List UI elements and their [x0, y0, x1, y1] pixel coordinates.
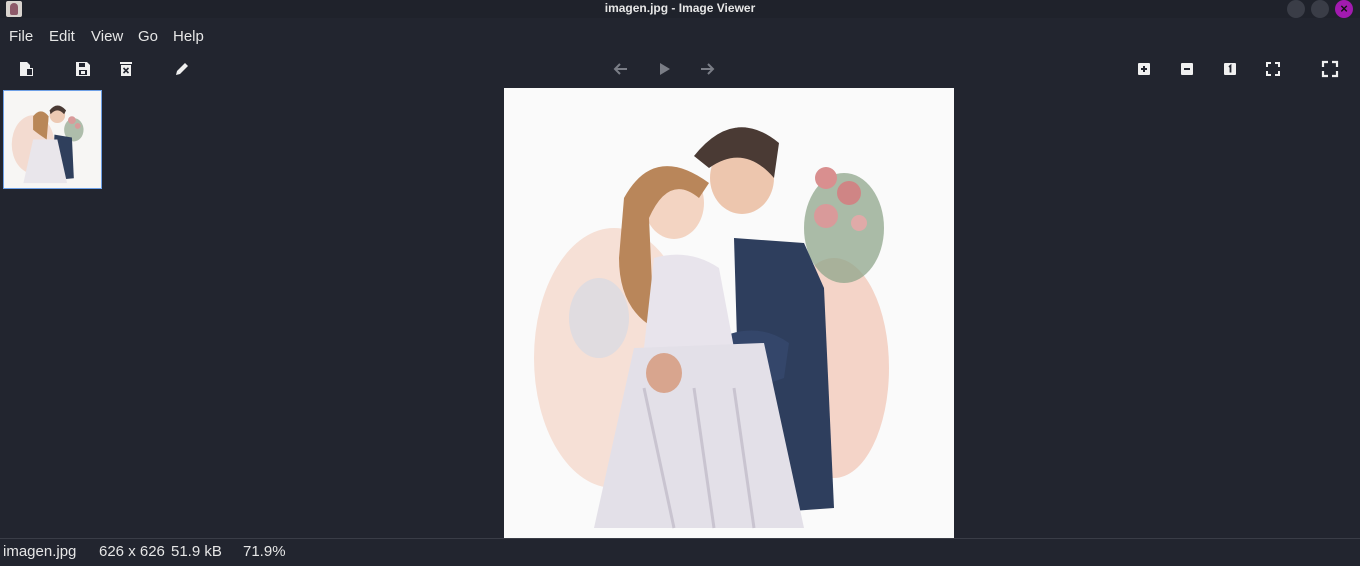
original-size-icon[interactable] — [1220, 59, 1240, 79]
status-zoom: 71.9% — [243, 543, 286, 560]
delete-icon[interactable] — [116, 59, 136, 79]
fullscreen-icon[interactable] — [1320, 59, 1340, 79]
menu-view[interactable]: View — [91, 28, 123, 45]
title-bar: imagen.jpg - Image Viewer × — [0, 0, 1360, 18]
slideshow-icon[interactable] — [654, 59, 674, 79]
edit-icon[interactable] — [172, 59, 192, 79]
close-button[interactable]: × — [1335, 0, 1353, 18]
minimize-button[interactable] — [1287, 0, 1305, 18]
menu-go[interactable]: Go — [138, 28, 158, 45]
zoom-out-icon[interactable] — [1177, 59, 1197, 79]
zoom-in-icon[interactable] — [1134, 59, 1154, 79]
status-dimensions: 626 x 626 — [99, 543, 165, 560]
maximize-button[interactable] — [1311, 0, 1329, 18]
previous-icon[interactable] — [611, 59, 631, 79]
menu-file[interactable]: File — [9, 28, 33, 45]
toolbar — [0, 56, 1360, 82]
thumbnail-pane — [0, 88, 106, 540]
menu-help[interactable]: Help — [173, 28, 204, 45]
displayed-image — [504, 88, 954, 538]
thumbnail-imagen[interactable] — [3, 90, 102, 189]
save-icon[interactable] — [73, 59, 93, 79]
window-title: imagen.jpg - Image Viewer — [604, 1, 756, 15]
fit-icon[interactable] — [1263, 59, 1283, 79]
menu-edit[interactable]: Edit — [49, 28, 75, 45]
status-filesize: 51.9 kB — [171, 543, 222, 560]
status-bar: imagen.jpg 626 x 626 51.9 kB 71.9% — [0, 538, 1360, 566]
image-canvas[interactable] — [504, 88, 954, 538]
status-filename: imagen.jpg — [3, 543, 77, 560]
open-icon[interactable] — [16, 59, 36, 79]
next-icon[interactable] — [697, 59, 717, 79]
menu-bar: File Edit View Go Help — [0, 24, 1360, 50]
